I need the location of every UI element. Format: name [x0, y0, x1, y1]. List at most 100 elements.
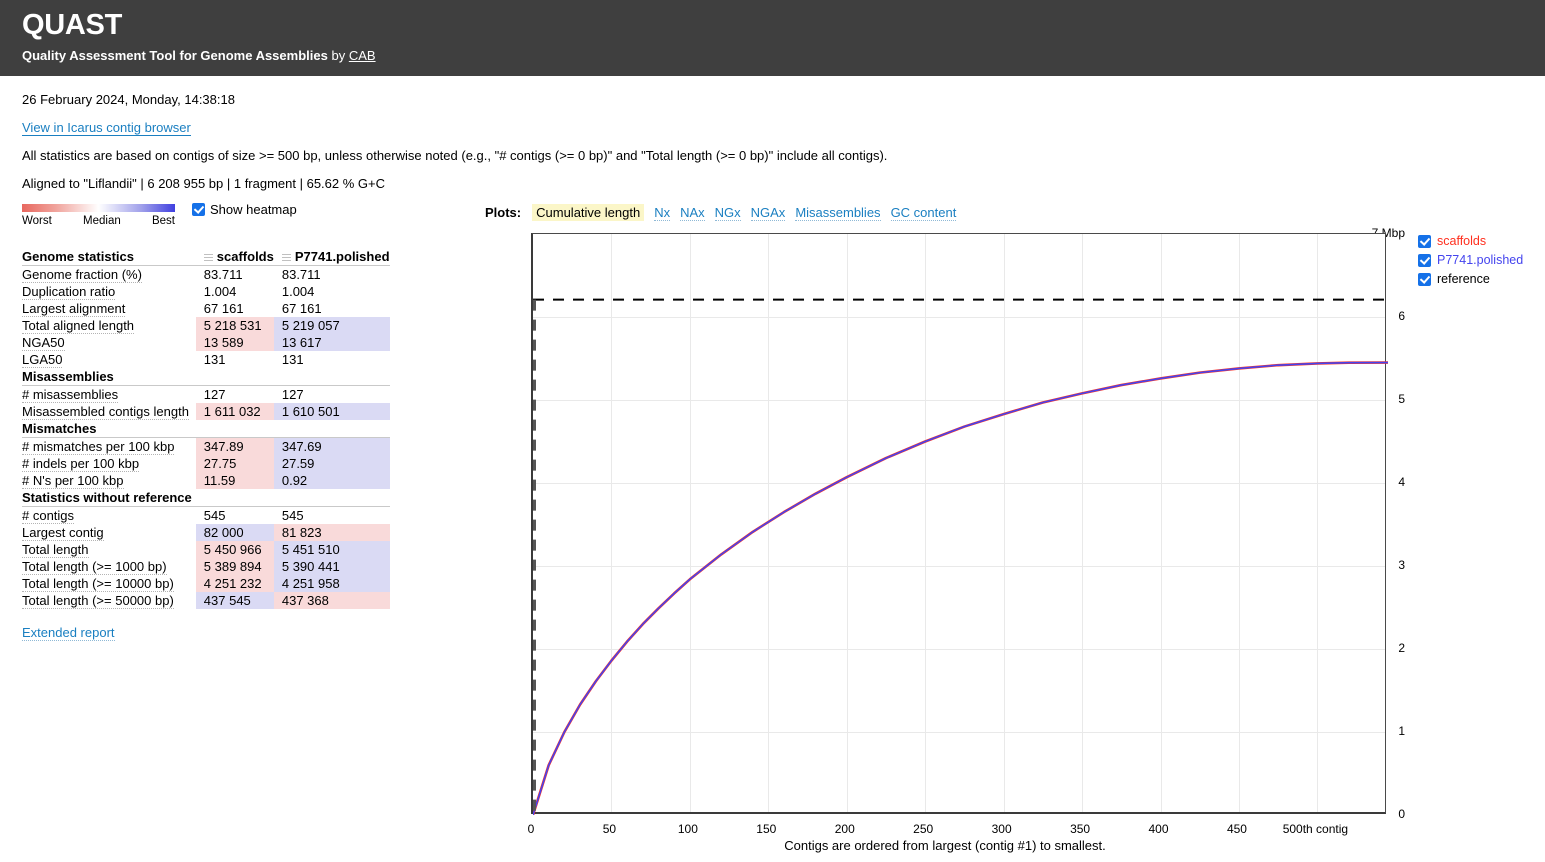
table-row: Total length 5 450 966 5 451 510 [22, 541, 390, 558]
metric-label[interactable]: LGA50 [22, 352, 63, 368]
metric-value: 11.59 [195, 472, 274, 489]
x-axis-tick-label: 300 [991, 822, 1012, 836]
plot-tab-nax[interactable]: NAx [680, 205, 705, 221]
metric-label[interactable]: Total aligned length [22, 318, 135, 334]
section-title: Genome statistics [22, 248, 196, 266]
metric-value: 5 390 441 [273, 558, 390, 575]
metric-value: 13 617 [273, 334, 390, 351]
statistics-table: Genome statistics scaffolds P7741.polished… [22, 248, 390, 609]
metric-label[interactable]: Genome fraction (%) [22, 267, 142, 283]
left-column: Worst Median Best Show heatmap Genome st… [22, 202, 462, 641]
metric-label[interactable]: # misassemblies [22, 387, 119, 403]
metric-label[interactable]: # mismatches per 100 kbp [22, 439, 175, 455]
table-section-header: Misassemblies [22, 368, 390, 386]
metric-value: 27.59 [273, 455, 390, 472]
metric-name: Misassembled contigs length [22, 403, 196, 420]
legend-item-scaffolds[interactable]: scaffolds [1418, 232, 1523, 251]
heatmap-median-label: Median [83, 215, 121, 227]
drag-handle-icon[interactable] [203, 253, 213, 262]
metric-value: 67 161 [281, 301, 322, 316]
heatmap-gradient-bar [22, 204, 175, 212]
plot-tab-ngax[interactable]: NGAx [750, 205, 786, 221]
metric-label[interactable]: # indels per 100 kbp [22, 456, 140, 472]
plot-column: Plots: Cumulative length Nx NAx NGx NGAx Misas… [485, 204, 1545, 853]
legend-item-p7741-polished[interactable]: P7741.polished [1418, 251, 1523, 270]
cab-link[interactable]: CAB [349, 48, 376, 63]
table-row: # indels per 100 kbp 27.75 27.59 [22, 455, 390, 472]
metric-label[interactable]: Total length (>= 50000 bp) [22, 593, 174, 609]
metric-name: Total length (>= 1000 bp) [22, 558, 196, 575]
spacer-cell [273, 420, 390, 438]
metric-name: # N's per 100 kbp [22, 472, 196, 489]
x-axis-tick-label: 150 [756, 822, 777, 836]
metric-label[interactable]: Largest contig [22, 525, 104, 541]
metric-value: 83.711 [281, 267, 321, 282]
table-section-header: Genome statistics scaffolds P7741.polished [22, 248, 390, 266]
table-row: # mismatches per 100 kbp 347.89 347.69 [22, 437, 390, 455]
drag-handle-icon[interactable] [281, 253, 291, 262]
plot-canvas[interactable] [531, 233, 1388, 815]
table-row: Total length (>= 50000 bp) 437 545 437 368 [22, 592, 390, 609]
metric-value: 1.004 [203, 284, 237, 299]
table-row: Genome fraction (%) 83.711 83.711 [22, 266, 390, 283]
column-header-2[interactable]: P7741.polished [273, 248, 390, 266]
metric-label[interactable]: Total length (>= 1000 bp) [22, 559, 167, 575]
metric-value: 437 368 [273, 592, 390, 609]
x-axis-tick-label: 350 [1070, 822, 1091, 836]
table-section-header: Statistics without reference [22, 489, 390, 507]
metric-label[interactable]: # contigs [22, 508, 75, 524]
metric-name: # mismatches per 100 kbp [22, 438, 196, 455]
table-row: Misassembled contigs length 1 611 032 1 61… [22, 403, 390, 420]
metric-value: 5 389 894 [195, 558, 274, 575]
plot-legend: scaffolds P7741.polished reference [1418, 232, 1523, 289]
plot-area: 7 Mbp 0 1 2 3 4 5 6 0 50 100 150 200 250 300 350 400 450… [485, 226, 1524, 853]
show-heatmap-label: Show heatmap [210, 202, 297, 217]
column-header-1[interactable]: scaffolds [195, 248, 274, 266]
table-section-header: Mismatches [22, 420, 390, 438]
plot-tab-ngx[interactable]: NGx [714, 205, 741, 221]
plot-tab-nx[interactable]: Nx [654, 205, 671, 221]
metric-value: 83.711 [203, 267, 243, 282]
plot-series-svg [533, 298, 1388, 815]
metric-value: 67 161 [203, 301, 244, 316]
metric-value: 1 611 032 [195, 403, 274, 420]
legend-checkbox[interactable] [1418, 235, 1431, 248]
metric-label[interactable]: Total length (>= 10000 bp) [22, 576, 174, 592]
reference-info: Aligned to "Liflandii" | 6 208 955 bp | … [22, 176, 386, 191]
table-row: Total aligned length 5 218 531 5 219 057 [22, 317, 390, 334]
table-row: LGA50 131 131 [22, 351, 390, 368]
plot-tab-gc-content[interactable]: GC content [890, 205, 957, 221]
metric-name: Largest alignment [22, 300, 196, 317]
extended-report-row: Extended report [22, 625, 462, 641]
legend-checkbox[interactable] [1418, 273, 1431, 286]
metric-value: 127 [281, 387, 304, 402]
legend-checkbox[interactable] [1418, 254, 1431, 267]
extended-report-link[interactable]: Extended report [22, 625, 115, 641]
plot-tab-cumulative-length[interactable]: Cumulative length [532, 204, 645, 221]
metric-name: Total aligned length [22, 317, 196, 334]
metric-value: 131 [281, 352, 304, 367]
show-heatmap-checkbox[interactable] [192, 203, 205, 216]
legend-item-reference[interactable]: reference [1418, 270, 1523, 289]
metric-name: Largest contig [22, 524, 196, 541]
icarus-browser-link[interactable]: View in Icarus contig browser [22, 120, 191, 136]
metric-label[interactable]: Duplication ratio [22, 284, 116, 300]
show-heatmap-toggle[interactable]: Show heatmap [192, 202, 297, 217]
page-title: QUAST [22, 9, 123, 41]
legend-label[interactable]: scaffolds [1437, 232, 1486, 251]
metric-value: 5 451 510 [273, 541, 390, 558]
statistics-note: All statistics are based on contigs of s… [22, 148, 888, 163]
metric-value: 5 219 057 [273, 317, 390, 334]
info-block: 26 February 2024, Monday, 14:38:18 View … [0, 76, 1545, 191]
metric-value: 4 251 232 [195, 575, 274, 592]
legend-label[interactable]: reference [1437, 270, 1490, 289]
metric-value: 5 218 531 [195, 317, 274, 334]
plot-tab-misassemblies[interactable]: Misassemblies [795, 205, 881, 221]
metric-label[interactable]: # N's per 100 kbp [22, 473, 124, 489]
metric-label[interactable]: Total length [22, 542, 89, 558]
metric-label[interactable]: Misassembled contigs length [22, 404, 189, 420]
metric-value: 545 [203, 508, 226, 523]
legend-label[interactable]: P7741.polished [1437, 251, 1523, 270]
metric-label[interactable]: NGA50 [22, 335, 65, 351]
metric-label[interactable]: Largest alignment [22, 301, 126, 317]
